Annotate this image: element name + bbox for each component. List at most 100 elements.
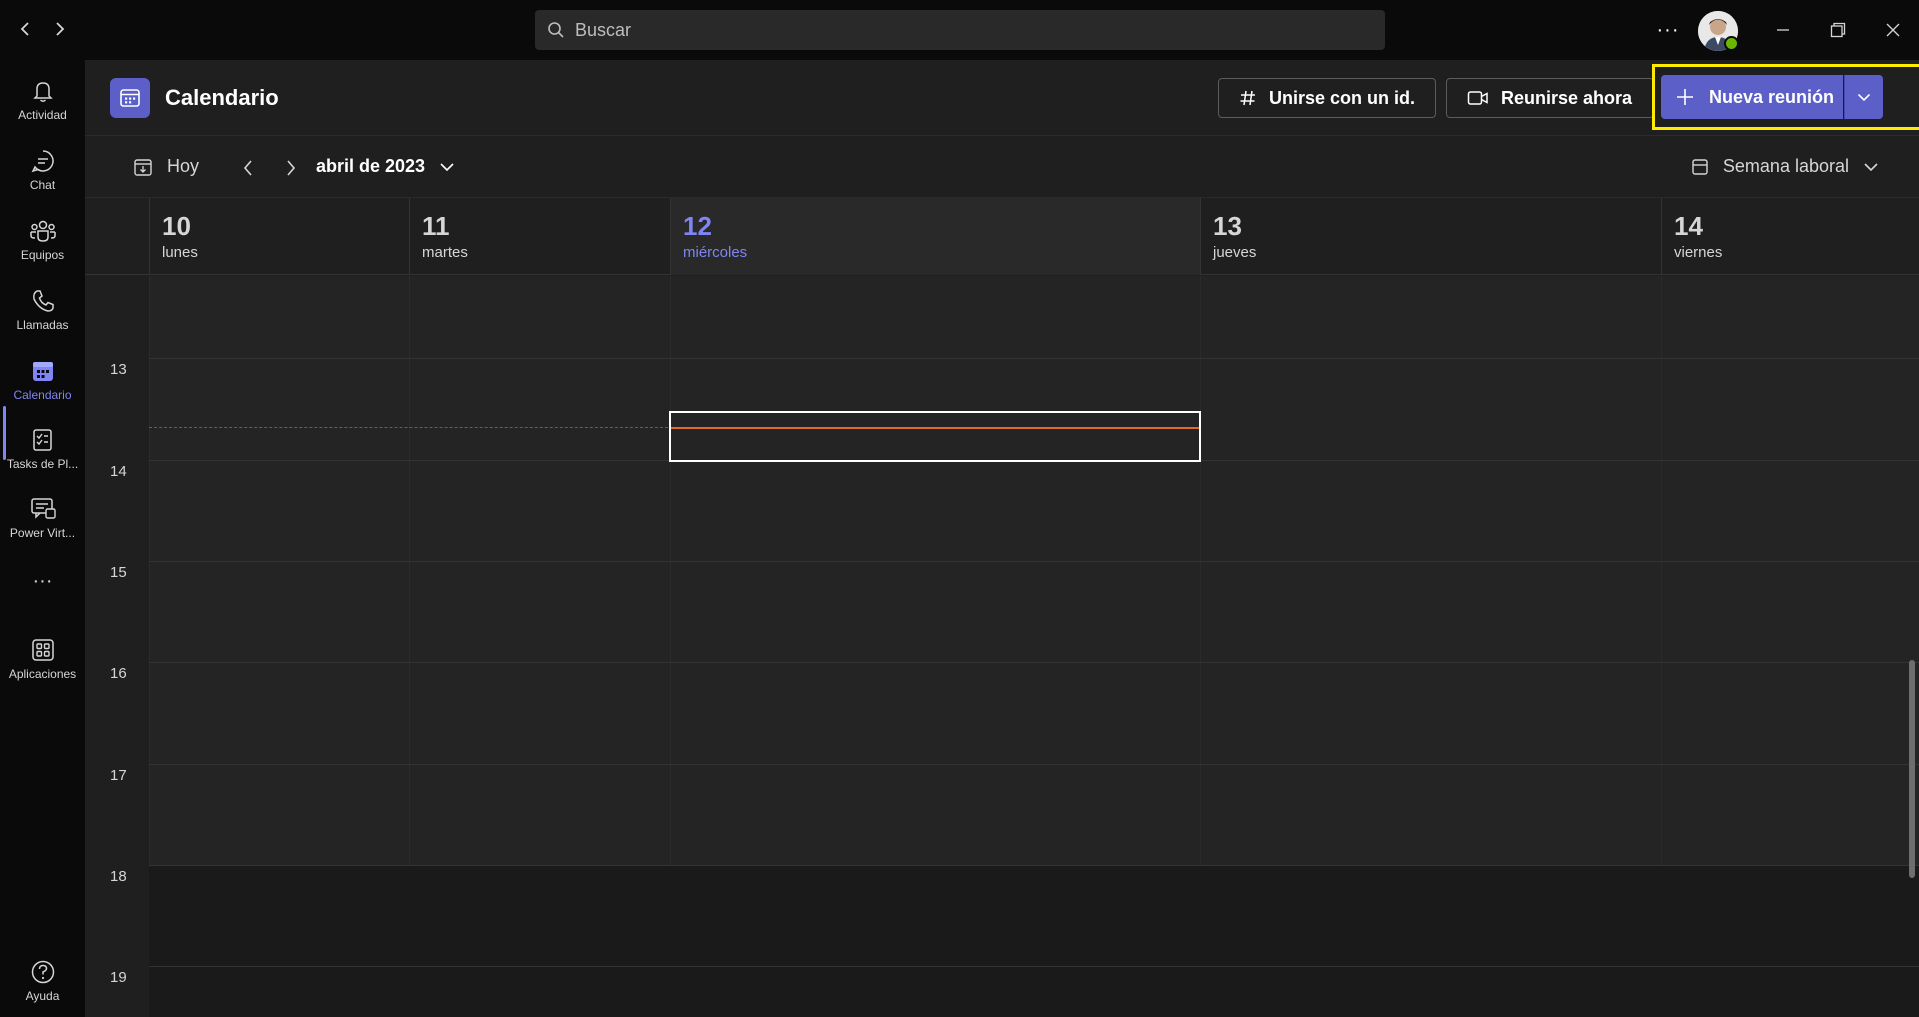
day-name: viernes bbox=[1674, 244, 1723, 261]
calendar-header: Calendario Unirse con un id. Reunirse ah… bbox=[85, 60, 1919, 136]
month-picker[interactable]: abril de 2023 bbox=[316, 156, 455, 177]
hour-label: 17 bbox=[110, 767, 127, 784]
chat-icon bbox=[31, 150, 54, 173]
app-rail: Actividad Chat Equipos Llamadas Calendar… bbox=[0, 60, 85, 1017]
current-time-indicator bbox=[671, 427, 1199, 429]
rail-label: Llamadas bbox=[16, 318, 69, 332]
forward-arrow-icon[interactable] bbox=[45, 14, 75, 44]
rail-item-aplicaciones[interactable]: Aplicaciones bbox=[0, 627, 85, 693]
calendar-icon bbox=[32, 362, 53, 381]
meet-now-button[interactable]: Reunirse ahora bbox=[1446, 78, 1654, 118]
rail-label: Power Virt... bbox=[9, 526, 76, 540]
hour-label: 16 bbox=[110, 665, 127, 682]
hashtag-icon bbox=[1239, 89, 1257, 107]
day-header-friday[interactable]: 14 viernes bbox=[1661, 198, 1919, 275]
rail-item-equipos[interactable]: Equipos bbox=[0, 208, 85, 274]
rail-item-power-virtual[interactable]: Power Virt... bbox=[0, 486, 85, 552]
day-header-monday[interactable]: 10 lunes bbox=[149, 198, 409, 275]
power-virtual-agents-icon bbox=[30, 498, 56, 519]
rail-label: Equipos bbox=[20, 248, 65, 262]
day-name: miércoles bbox=[683, 244, 748, 261]
minimize-icon[interactable] bbox=[1768, 15, 1798, 45]
view-label: Semana laboral bbox=[1722, 156, 1849, 176]
rail-more-icon[interactable]: ··· bbox=[0, 560, 85, 626]
hour-line bbox=[149, 865, 1919, 866]
title-bar: Buscar ··· bbox=[0, 0, 1919, 60]
hour-label: 18 bbox=[110, 868, 127, 885]
search-input[interactable]: Buscar bbox=[535, 10, 1385, 50]
rail-item-chat[interactable]: Chat bbox=[0, 138, 85, 204]
rail-label: Tasks de Pl... bbox=[6, 457, 79, 471]
new-meeting-dropdown[interactable] bbox=[1844, 75, 1883, 119]
hour-label: 13 bbox=[110, 361, 127, 378]
today-label: Hoy bbox=[167, 156, 200, 176]
rail-label: Actividad bbox=[18, 108, 67, 122]
day-number: 14 bbox=[1674, 211, 1703, 241]
join-with-id-button[interactable]: Unirse con un id. bbox=[1218, 78, 1436, 118]
more-options-icon[interactable]: ··· bbox=[1652, 14, 1684, 46]
day-number: 10 bbox=[162, 211, 191, 241]
presence-available-icon bbox=[1724, 36, 1739, 51]
rail-item-actividad[interactable]: Actividad bbox=[0, 68, 85, 134]
hour-line bbox=[149, 358, 1919, 359]
rail-label: Calendario bbox=[13, 388, 72, 402]
bell-icon bbox=[32, 82, 53, 102]
selected-time-slot[interactable] bbox=[669, 411, 1201, 462]
next-week-button[interactable] bbox=[276, 153, 306, 183]
search-placeholder: Buscar bbox=[575, 19, 632, 40]
hour-line bbox=[149, 764, 1919, 765]
day-number: 13 bbox=[1213, 211, 1242, 241]
day-header-row: 10 lunes 11 martes 12 miércoles 13 jueve… bbox=[85, 198, 1919, 275]
previous-week-button[interactable] bbox=[233, 153, 263, 183]
view-selector[interactable]: Semana laboral bbox=[1691, 156, 1879, 177]
rail-label: Aplicaciones bbox=[8, 667, 77, 681]
calendar-app-icon bbox=[110, 78, 150, 118]
day-number: 12 bbox=[683, 211, 712, 241]
day-header-tuesday[interactable]: 11 martes bbox=[409, 198, 670, 275]
after-hours-area bbox=[149, 865, 1919, 1017]
rail-item-tasks[interactable]: Tasks de Pl... bbox=[0, 417, 85, 483]
tasks-icon bbox=[32, 429, 52, 451]
chevron-down-icon bbox=[440, 162, 454, 171]
restore-icon[interactable] bbox=[1823, 15, 1853, 45]
rail-label: Ayuda bbox=[25, 989, 60, 1003]
search-icon bbox=[548, 22, 564, 38]
rail-item-ayuda[interactable]: Ayuda bbox=[0, 949, 85, 1015]
calendar-grid: 13 14 15 16 17 18 19 bbox=[85, 276, 1919, 1017]
rail-label: Chat bbox=[29, 178, 56, 192]
apps-icon bbox=[31, 639, 54, 661]
hour-line bbox=[149, 662, 1919, 663]
rail-item-calendario[interactable]: Calendario bbox=[0, 348, 85, 414]
current-time-line bbox=[149, 427, 668, 428]
new-meeting-button[interactable]: Nueva reunión bbox=[1661, 75, 1843, 119]
calendar-today-icon bbox=[134, 158, 152, 176]
view-icon bbox=[1692, 158, 1708, 175]
hour-line bbox=[149, 966, 1919, 967]
day-name: jueves bbox=[1213, 244, 1257, 261]
chevron-right-icon bbox=[287, 160, 296, 176]
join-with-id-label: Unirse con un id. bbox=[1269, 87, 1416, 108]
meet-now-label: Reunirse ahora bbox=[1501, 87, 1633, 108]
hour-label: 19 bbox=[110, 969, 127, 986]
plus-icon bbox=[1675, 87, 1695, 107]
hour-label: 15 bbox=[110, 564, 127, 581]
today-button[interactable]: Hoy bbox=[133, 156, 199, 177]
day-header-thursday[interactable]: 13 jueves bbox=[1200, 198, 1661, 275]
vertical-scrollbar[interactable] bbox=[1909, 660, 1915, 878]
page-title: Calendario bbox=[165, 85, 279, 110]
hour-label: 14 bbox=[110, 463, 127, 480]
chevron-left-icon bbox=[243, 160, 252, 176]
rail-item-llamadas[interactable]: Llamadas bbox=[0, 278, 85, 344]
chevron-down-icon bbox=[1857, 93, 1871, 102]
day-header-wednesday[interactable]: 12 miércoles bbox=[670, 198, 1200, 275]
help-icon bbox=[31, 960, 54, 984]
teams-icon bbox=[29, 220, 56, 242]
day-name: lunes bbox=[162, 244, 198, 261]
month-label: abril de 2023 bbox=[316, 156, 426, 176]
day-name: martes bbox=[422, 244, 468, 261]
close-icon[interactable] bbox=[1878, 15, 1908, 45]
video-camera-icon bbox=[1467, 89, 1489, 107]
new-meeting-label: Nueva reunión bbox=[1709, 86, 1835, 107]
back-arrow-icon[interactable] bbox=[10, 14, 40, 44]
calendar-toolbar: Hoy abril de 2023 Semana laboral bbox=[85, 136, 1919, 198]
